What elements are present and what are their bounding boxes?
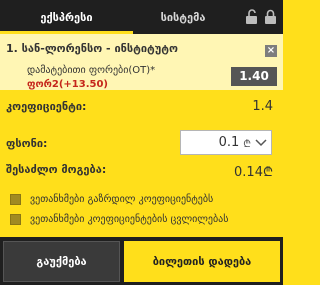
bet-outcome: ფორ2(+13.50) — [27, 79, 109, 90]
lock-icon[interactable] — [264, 9, 277, 25]
remove-bet-close-icon[interactable]: × — [265, 45, 277, 57]
cancel-button[interactable]: გაუქმება — [3, 241, 120, 282]
possible-win-label: შესაძლო მოგება: — [6, 163, 107, 176]
bet-market: დამატებითი ფორები(OT)* — [27, 65, 156, 76]
stake-label: ფსონი: — [6, 137, 48, 150]
accept-higher-odds-label: ვეთანხმები გაზრდილ კოეფიციენტებს — [30, 194, 214, 205]
possible-win-value: 0.14₾ — [234, 165, 273, 180]
unlock-icon[interactable] — [245, 9, 258, 25]
accept-odds-changes-checkbox[interactable] — [10, 214, 21, 225]
chevron-down-icon[interactable] — [255, 138, 267, 147]
currency-icon: ₾ — [243, 138, 251, 150]
accept-odds-changes-option[interactable]: ვეთანხმები კოეფიციენტების ცვლილებას — [10, 214, 228, 225]
tab-icons — [245, 9, 277, 25]
place-bet-button[interactable]: ბილეთის დადება — [124, 241, 280, 282]
bet-event-title: 1. სან-ლორენსო - ინსტიტუტო — [6, 42, 178, 55]
bet-odd: 1.40 — [231, 67, 277, 86]
stake-value: 0.1 — [218, 135, 240, 150]
bet-item: 1. სან-ლორენსო - ინსტიტუტო × დამატებითი … — [0, 34, 283, 90]
tab-system[interactable]: სისტემა — [133, 0, 233, 34]
coefficient-value: 1.4 — [252, 99, 273, 114]
accept-higher-odds-option[interactable]: ვეთანხმები გაზრდილ კოეფიციენტებს — [10, 194, 213, 205]
coefficient-label: კოეფიციენტი: — [6, 100, 87, 113]
accept-odds-changes-label: ვეთანხმები კოეფიციენტების ცვლილებას — [30, 214, 229, 225]
tab-express[interactable]: ექსპრესი — [0, 0, 133, 34]
stake-input[interactable]: 0.1 ₾ — [180, 130, 272, 155]
betslip-tabs: ექსპრესი სისტემა — [0, 0, 283, 34]
accept-higher-odds-checkbox[interactable] — [10, 194, 21, 205]
betslip-footer: გაუქმება ბილეთის დადება — [0, 237, 283, 285]
